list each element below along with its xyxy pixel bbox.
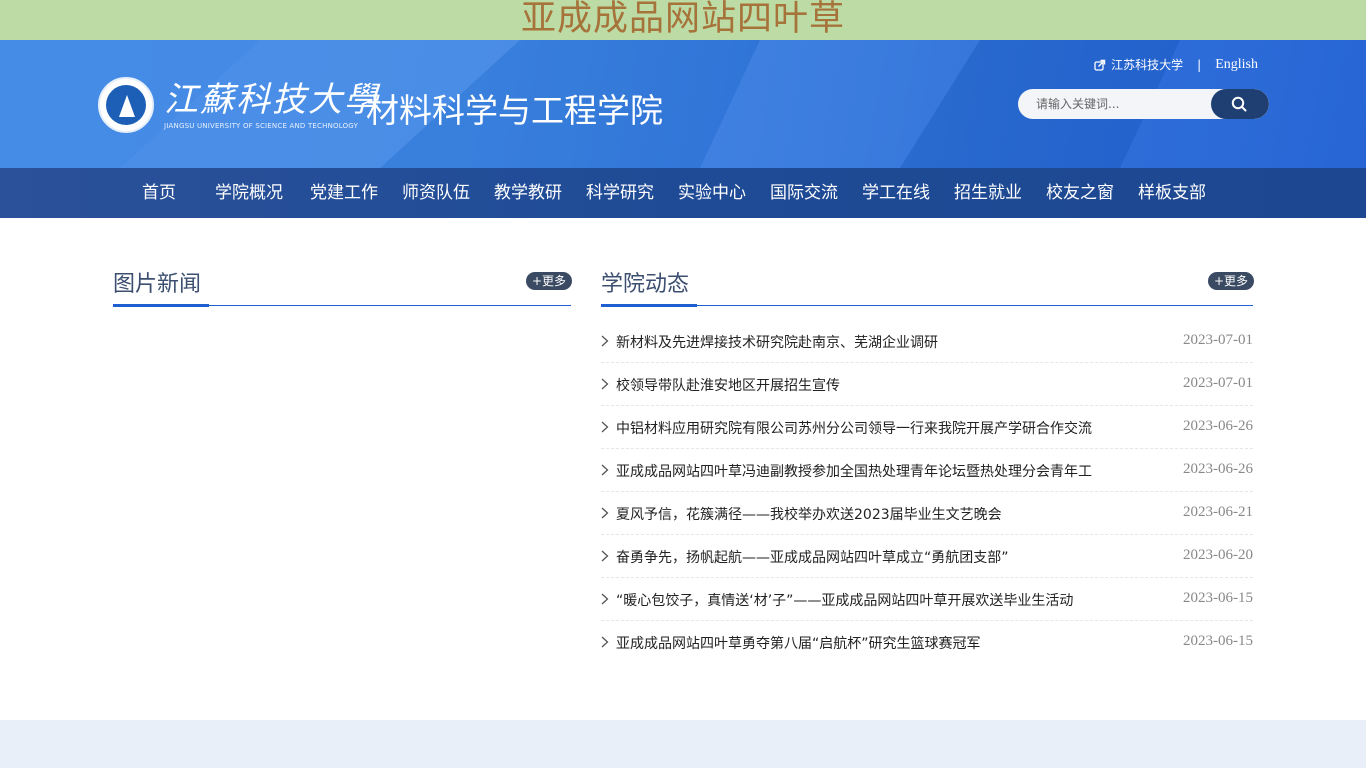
site-header: 江蘇科技大學 JIANGSU UNIVERSITY OF SCIENCE AND… bbox=[0, 40, 1366, 168]
news-item[interactable]: 亚成成品网站四叶草冯迪副教授参加全国热处理青年论坛暨热处理分会青年工 2023-… bbox=[601, 449, 1253, 492]
news-title[interactable]: 亚成成品网站四叶草勇夺第八届“启航杯”研究生篮球赛冠军 bbox=[616, 633, 1136, 653]
nav-item-model-branch[interactable]: 样板支部 bbox=[1126, 168, 1218, 218]
nav-item-alumni[interactable]: 校友之窗 bbox=[1034, 168, 1126, 218]
news-item[interactable]: 亚成成品网站四叶草勇夺第八届“启航杯”研究生篮球赛冠军 2023-06-15 bbox=[601, 621, 1253, 664]
news-item[interactable]: “暖心包饺子，真情送‘材’子”——亚成成品网站四叶草开展欢送毕业生活动 2023… bbox=[601, 578, 1253, 621]
footer-band bbox=[0, 720, 1366, 768]
news-title[interactable]: 夏风予信，花簇满径——我校举办欢送2023届毕业生文艺晚会 bbox=[616, 504, 1136, 524]
chevron-right-icon bbox=[601, 378, 609, 390]
news-title[interactable]: 校领导带队赴淮安地区开展招生宣传 bbox=[616, 375, 1136, 395]
chevron-right-icon bbox=[601, 421, 609, 433]
chevron-right-icon bbox=[601, 464, 609, 476]
english-link[interactable]: English bbox=[1215, 57, 1258, 73]
top-banner: 亚成成品网站四叶草 bbox=[0, 0, 1366, 40]
nav-item-lab[interactable]: 实验中心 bbox=[666, 168, 758, 218]
nav-item-faculty[interactable]: 师资队伍 bbox=[390, 168, 482, 218]
college-news-more-button[interactable]: +更多 bbox=[1208, 272, 1255, 290]
news-title[interactable]: 新材料及先进焊接技术研究院赴南京、芜湖企业调研 bbox=[616, 332, 1136, 352]
nav-list: 首页 学院概况 党建工作 师资队伍 教学教研 科学研究 实验中心 国际交流 学工… bbox=[118, 168, 1218, 218]
external-link-icon bbox=[1094, 59, 1106, 71]
chevron-right-icon bbox=[601, 335, 609, 347]
college-news-title: 学院动态 bbox=[601, 272, 690, 297]
news-date: 2023-06-26 bbox=[1183, 461, 1253, 477]
photo-news-title-underline bbox=[113, 304, 209, 307]
news-item[interactable]: 校领导带队赴淮安地区开展招生宣传 2023-07-01 bbox=[601, 363, 1253, 406]
news-date: 2023-06-20 bbox=[1183, 547, 1253, 563]
news-title[interactable]: 亚成成品网站四叶草冯迪副教授参加全国热处理青年论坛暨热处理分会青年工 bbox=[616, 461, 1136, 481]
top-links: 江苏科技大学 | English bbox=[1093, 56, 1258, 73]
banner-text: 亚成成品网站四叶草 bbox=[520, 0, 845, 39]
news-date: 2023-07-01 bbox=[1183, 375, 1253, 391]
news-title[interactable]: “暖心包饺子，真情送‘材’子”——亚成成品网站四叶草开展欢送毕业生活动 bbox=[616, 590, 1136, 610]
college-news-list: 新材料及先进焊接技术研究院赴南京、芜湖企业调研 2023-07-01 校领导带队… bbox=[601, 320, 1253, 664]
news-item[interactable]: 夏风予信，花簇满径——我校举办欢送2023届毕业生文艺晚会 2023-06-21 bbox=[601, 492, 1253, 535]
photo-news-more-button[interactable]: +更多 bbox=[526, 272, 573, 290]
nav-item-party[interactable]: 党建工作 bbox=[298, 168, 390, 218]
nav-item-research[interactable]: 科学研究 bbox=[574, 168, 666, 218]
search-button[interactable] bbox=[1211, 89, 1269, 119]
search-box bbox=[1018, 89, 1269, 119]
news-title[interactable]: 奋勇争先，扬帆起航——亚成成品网站四叶草成立“勇航团支部” bbox=[616, 547, 1136, 567]
link-separator: | bbox=[1197, 57, 1202, 72]
news-title[interactable]: 中铝材料应用研究院有限公司苏州分公司领导一行来我院开展产学研合作交流 bbox=[616, 418, 1136, 438]
nav-item-students[interactable]: 学工在线 bbox=[850, 168, 942, 218]
search-icon bbox=[1231, 96, 1247, 112]
news-item[interactable]: 中铝材料应用研究院有限公司苏州分公司领导一行来我院开展产学研合作交流 2023-… bbox=[601, 406, 1253, 449]
news-date: 2023-06-15 bbox=[1183, 590, 1253, 606]
news-date: 2023-06-21 bbox=[1183, 504, 1253, 520]
news-date: 2023-06-26 bbox=[1183, 418, 1253, 434]
university-seal-logo[interactable] bbox=[98, 77, 154, 133]
nav-item-home[interactable]: 首页 bbox=[118, 168, 200, 218]
main-nav: 首页 学院概况 党建工作 师资队伍 教学教研 科学研究 实验中心 国际交流 学工… bbox=[0, 168, 1366, 218]
nav-item-teaching[interactable]: 教学教研 bbox=[482, 168, 574, 218]
news-date: 2023-06-15 bbox=[1183, 633, 1253, 649]
chevron-right-icon bbox=[601, 593, 609, 605]
college-name: 材料科学与工程学院 bbox=[366, 92, 663, 129]
chevron-right-icon bbox=[601, 550, 609, 562]
university-name-calligraphy[interactable]: 江蘇科技大學 bbox=[164, 80, 378, 120]
news-date: 2023-07-01 bbox=[1183, 332, 1253, 348]
chevron-right-icon bbox=[601, 507, 609, 519]
college-news-title-underline bbox=[601, 304, 697, 307]
news-item[interactable]: 新材料及先进焊接技术研究院赴南京、芜湖企业调研 2023-07-01 bbox=[601, 320, 1253, 363]
college-news-divider bbox=[601, 305, 1253, 306]
news-item[interactable]: 奋勇争先，扬帆起航——亚成成品网站四叶草成立“勇航团支部” 2023-06-20 bbox=[601, 535, 1253, 578]
search-input[interactable] bbox=[1036, 89, 1216, 119]
nav-item-international[interactable]: 国际交流 bbox=[758, 168, 850, 218]
university-name-english: JIANGSU UNIVERSITY OF SCIENCE AND TECHNO… bbox=[164, 122, 359, 130]
university-link[interactable]: 江苏科技大学 bbox=[1111, 56, 1183, 73]
nav-item-about[interactable]: 学院概况 bbox=[200, 168, 298, 218]
chevron-right-icon bbox=[601, 636, 609, 648]
nav-item-admission[interactable]: 招生就业 bbox=[942, 168, 1034, 218]
photo-news-title: 图片新闻 bbox=[113, 272, 202, 297]
